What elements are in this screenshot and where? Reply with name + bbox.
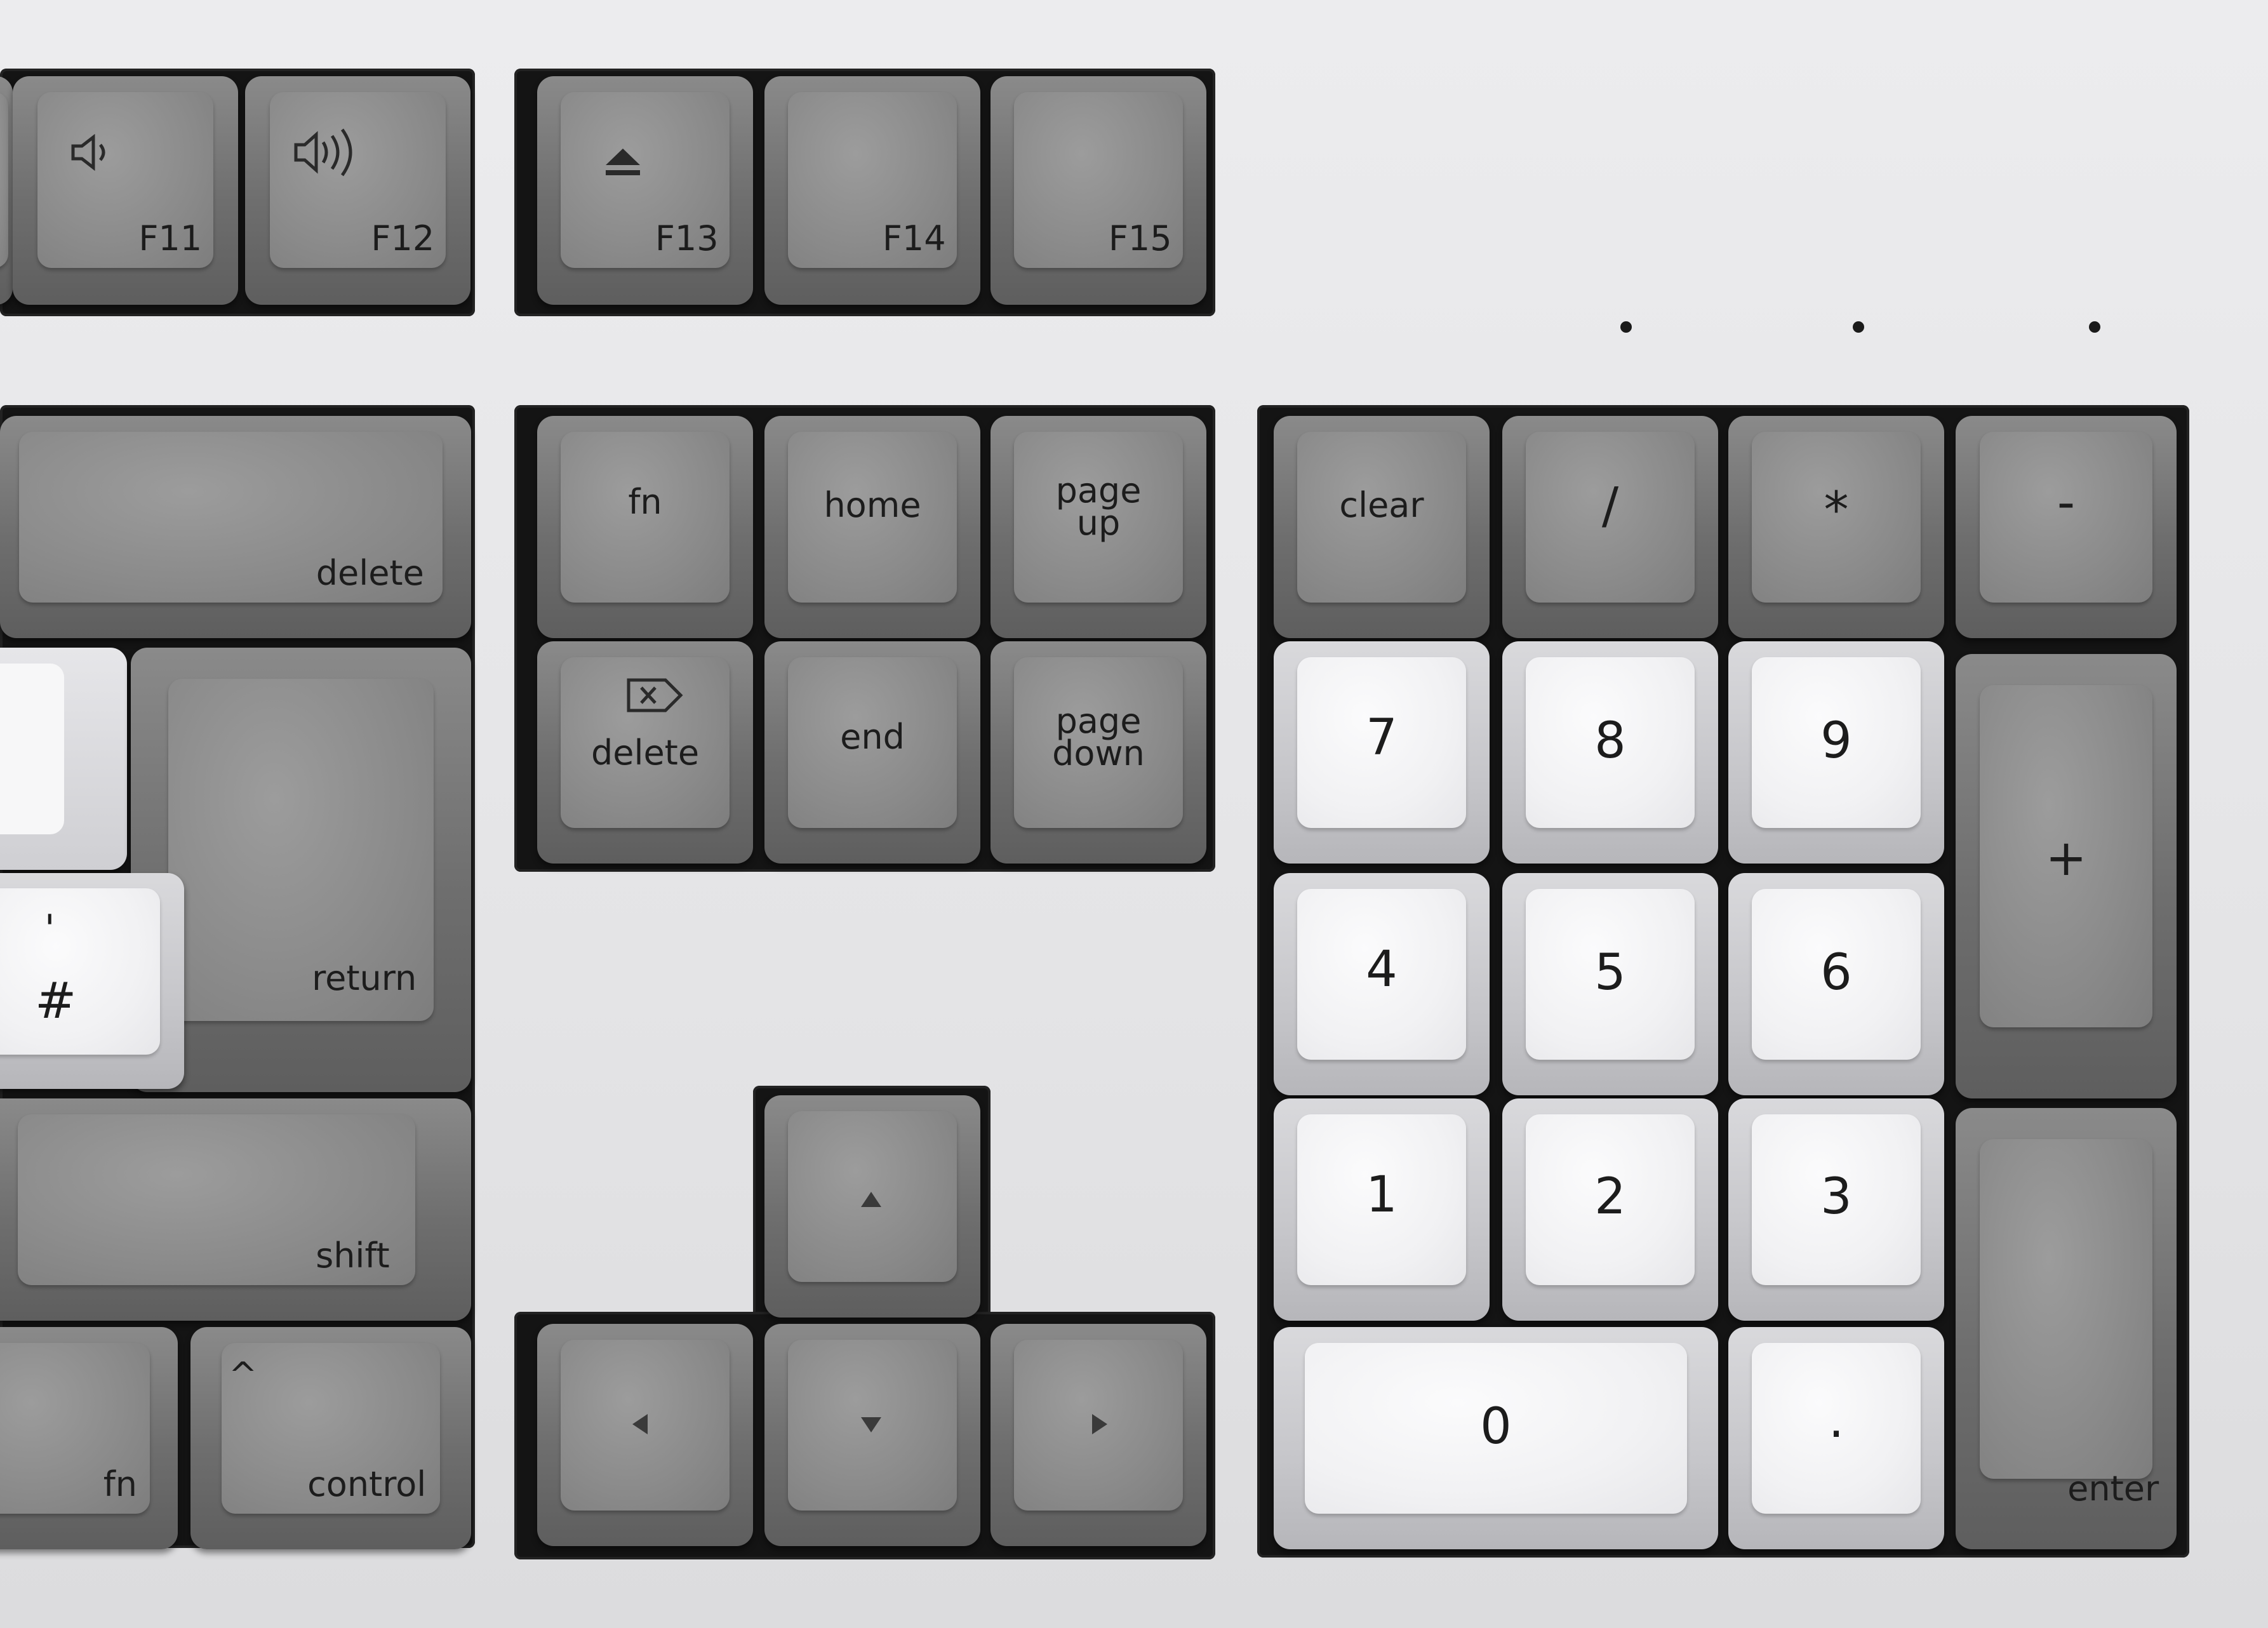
key-label: 0: [1480, 1398, 1512, 1455]
key-label: F13: [655, 218, 719, 258]
key-label: 7: [1366, 709, 1397, 766]
key-f13[interactable]: F13: [537, 76, 753, 305]
key-label: page down: [1052, 701, 1145, 774]
key-partial-left[interactable]: [0, 76, 13, 305]
key-label: control: [307, 1464, 427, 1504]
key-f14[interactable]: F14: [764, 76, 980, 305]
key-label: 5: [1594, 944, 1626, 1001]
key-label: 6: [1820, 944, 1852, 1001]
key-label: .: [1828, 1392, 1844, 1449]
key-label: F12: [371, 218, 435, 258]
key-label: enter: [2067, 1469, 2159, 1509]
key-0[interactable]: 0: [1274, 1327, 1718, 1549]
key-label: /: [1601, 477, 1619, 535]
key-label: *: [1824, 482, 1849, 539]
key-label: delete: [316, 552, 424, 593]
key-f11[interactable]: F11: [13, 76, 238, 305]
key-hash[interactable]: ' #: [0, 873, 184, 1089]
key-plus[interactable]: +: [1956, 654, 2177, 1098]
key-label: end: [840, 717, 905, 757]
key-shift[interactable]: shift: [0, 1098, 471, 1321]
volume-up-icon: [293, 127, 369, 178]
key-divide[interactable]: /: [1502, 416, 1718, 638]
key-label: 3: [1820, 1168, 1852, 1225]
key-label: shift: [316, 1235, 390, 1276]
key-label: 9: [1820, 712, 1852, 770]
key-label: F15: [1108, 218, 1172, 258]
key-9[interactable]: 9: [1728, 641, 1944, 864]
key-4[interactable]: 4: [1274, 873, 1490, 1095]
key-label: fn: [628, 482, 662, 522]
key-minus[interactable]: -: [1956, 416, 2177, 638]
key-multiply[interactable]: *: [1728, 416, 1944, 638]
key-2[interactable]: 2: [1502, 1098, 1718, 1321]
keyboard-case: F11 F12 F13 F14 F15 delete return ' # sh…: [0, 0, 2268, 1628]
key-5[interactable]: 5: [1502, 873, 1718, 1095]
key-page-down[interactable]: page down: [991, 641, 1206, 864]
key-fn-main[interactable]: fn: [0, 1327, 178, 1549]
key-6[interactable]: 6: [1728, 873, 1944, 1095]
key-label-top: ': [44, 907, 55, 951]
key-partial-letter[interactable]: [0, 648, 127, 870]
key-8[interactable]: 8: [1502, 641, 1718, 864]
indicator-light: [1620, 321, 1632, 333]
key-label: 8: [1594, 712, 1626, 770]
key-label: clear: [1339, 485, 1424, 525]
key-label: 1: [1366, 1166, 1397, 1224]
arrow-left-icon: [631, 1413, 649, 1439]
key-label: home: [824, 485, 921, 525]
key-label-bottom: #: [35, 973, 77, 1030]
forward-delete-icon: [626, 676, 683, 714]
key-symbol: ^: [229, 1355, 258, 1395]
key-f12[interactable]: F12: [245, 76, 470, 305]
key-control[interactable]: ^ control: [190, 1327, 471, 1549]
key-enter[interactable]: enter: [1956, 1108, 2177, 1549]
key-label: +: [2045, 830, 2087, 887]
arrow-right-icon: [1091, 1413, 1109, 1439]
key-3[interactable]: 3: [1728, 1098, 1944, 1321]
key-home[interactable]: home: [764, 416, 980, 638]
key-label: 2: [1594, 1168, 1626, 1225]
key-fn-nav[interactable]: fn: [537, 416, 753, 638]
key-label: page up: [1055, 470, 1142, 544]
key-arrow-left[interactable]: [537, 1324, 753, 1546]
key-delete[interactable]: delete: [0, 416, 471, 638]
indicator-light: [1853, 321, 1864, 333]
key-label: delete: [590, 733, 700, 773]
key-label: F11: [138, 218, 203, 258]
key-7[interactable]: 7: [1274, 641, 1490, 864]
key-forward-delete[interactable]: delete: [537, 641, 753, 864]
key-label: F14: [882, 218, 946, 258]
key-label: 4: [1366, 941, 1397, 998]
key-end[interactable]: end: [764, 641, 980, 864]
arrow-down-icon: [860, 1416, 883, 1437]
indicator-light: [2089, 321, 2100, 333]
key-decimal[interactable]: .: [1728, 1327, 1944, 1549]
arrow-up-icon: [860, 1191, 883, 1211]
volume-down-icon: [70, 133, 121, 171]
key-f15[interactable]: F15: [991, 76, 1206, 305]
key-label: fn: [103, 1464, 137, 1504]
eject-icon: [601, 146, 645, 178]
key-arrow-right[interactable]: [991, 1324, 1206, 1546]
key-arrow-up[interactable]: [764, 1095, 980, 1318]
key-arrow-down[interactable]: [764, 1324, 980, 1546]
key-clear[interactable]: clear: [1274, 416, 1490, 638]
key-1[interactable]: 1: [1274, 1098, 1490, 1321]
key-page-up[interactable]: page up: [991, 416, 1206, 638]
key-label: return: [312, 957, 417, 998]
key-label: -: [2057, 474, 2076, 531]
